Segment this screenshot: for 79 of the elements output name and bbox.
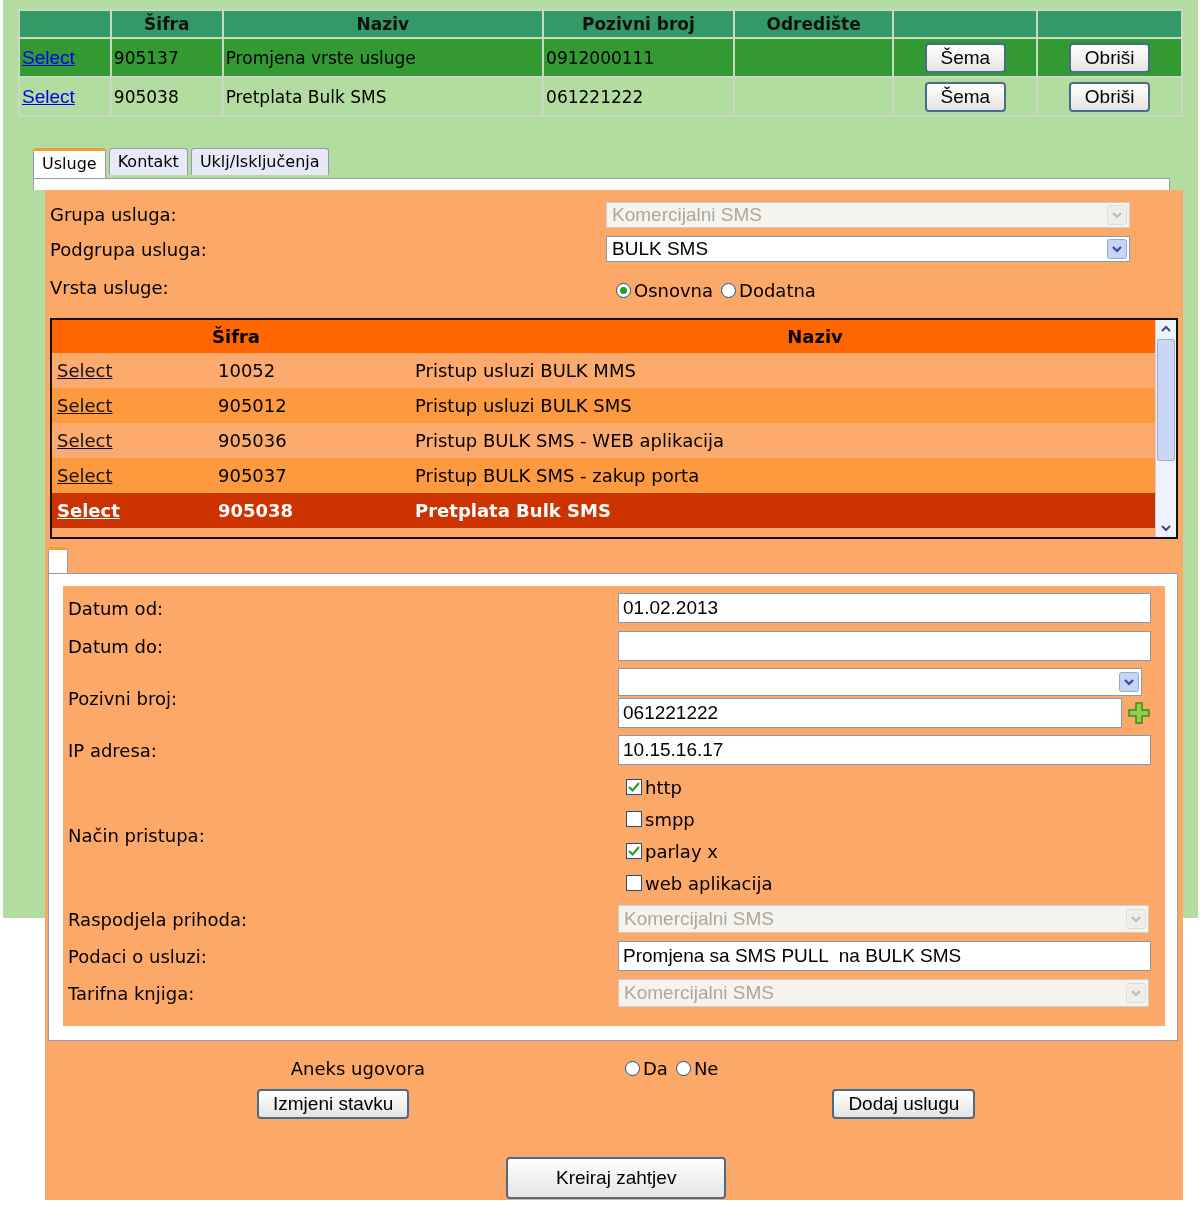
table-cell-text: 905037 xyxy=(218,465,288,486)
select-link[interactable]: Select xyxy=(57,500,120,521)
row-button[interactable]: Šema xyxy=(924,42,1007,73)
table-row[interactable]: Select 905038 Pretplata Bulk SMS xyxy=(52,493,1155,528)
field-label: Tarifna knjiga: xyxy=(68,982,195,1004)
field-label: Datum od: xyxy=(68,597,164,619)
checkbox[interactable] xyxy=(626,843,642,859)
edit-item-button[interactable]: Izmjeni stavku xyxy=(257,1089,410,1119)
tab[interactable]: Uklj/Isključenja xyxy=(190,148,329,175)
column-header: Naziv xyxy=(356,14,410,34)
table-cell: 905038 xyxy=(113,86,179,107)
scrollbar[interactable] xyxy=(1155,320,1176,537)
radio-label: Da xyxy=(643,1058,668,1079)
table-cell: Pristup usluzi BULK SMS xyxy=(415,395,632,416)
table-cell-text: 905036 xyxy=(218,430,288,451)
checkbox-label: http xyxy=(645,776,682,798)
tab[interactable]: Kontakt xyxy=(108,148,188,175)
field-label: Podgrupa usluga: xyxy=(50,238,207,260)
column-header: Šifra xyxy=(144,14,190,34)
checkbox-label: parlay x xyxy=(645,840,718,862)
input-field[interactable] xyxy=(618,631,1151,661)
table-row[interactable]: Select 905012 Pristup usluzi BULK SMS xyxy=(52,388,1155,423)
field-label: Vrsta usluge: xyxy=(50,276,169,298)
checkbox[interactable] xyxy=(626,811,642,827)
radio-button[interactable] xyxy=(721,282,737,298)
select-link[interactable]: Select xyxy=(57,430,113,451)
table-cell-text: 905038 xyxy=(218,500,295,521)
input-field[interactable]: 01.02.2013 xyxy=(618,593,1151,623)
input-field[interactable]: Promjena sa SMS PULL na BULK SMS xyxy=(618,941,1151,971)
create-request-button[interactable]: Kreiraj zahtjev xyxy=(506,1157,727,1199)
field-label: Datum do: xyxy=(68,635,164,657)
add-service-button[interactable]: Dodaj uslugu xyxy=(832,1089,976,1119)
column-header: Naziv xyxy=(786,326,844,347)
table-cell-text: 905012 xyxy=(218,395,288,416)
input-field[interactable]: 061221222 xyxy=(618,698,1122,728)
select-link[interactable]: Select xyxy=(57,465,113,486)
table-cell: 0912000111 xyxy=(546,47,655,68)
column-header: Šifra xyxy=(211,326,261,347)
tab[interactable]: Usluge xyxy=(33,148,106,178)
field-label: Način pristupa: xyxy=(68,824,205,846)
radio-button[interactable] xyxy=(675,1061,691,1076)
row-button[interactable]: Obriši xyxy=(1068,81,1151,112)
column-header: Pozivni broj xyxy=(582,14,695,34)
table-cell: Pretplata Bulk SMS xyxy=(225,86,387,107)
select-link[interactable]: Select xyxy=(57,360,113,381)
checkbox[interactable] xyxy=(626,779,642,795)
column-header: Odredište xyxy=(766,14,861,34)
field-label: Podaci o usluzi: xyxy=(68,945,207,967)
checkbox[interactable] xyxy=(626,875,642,891)
radio-button[interactable] xyxy=(625,1061,640,1076)
table-cell: Pristup BULK SMS - zakup porta xyxy=(415,465,700,486)
input-field[interactable]: 10.15.16.17 xyxy=(618,735,1151,765)
row-button[interactable]: Obriši xyxy=(1068,42,1151,73)
field-label: Aneks ugovora xyxy=(290,1058,425,1079)
table-cell-text: 10052 xyxy=(218,360,277,381)
checkbox-label: smpp xyxy=(645,808,695,830)
table-cell: Promjena vrste usluge xyxy=(225,47,416,68)
radio-label: Osnovna xyxy=(634,279,714,301)
tab[interactable] xyxy=(48,547,68,573)
radio-label: Dodatna xyxy=(739,279,816,301)
field-label: Pozivni broj: xyxy=(68,687,177,709)
table-row[interactable]: Select 905036 Pristup BULK SMS - WEB aplikacija xyxy=(52,423,1155,458)
table-cell: 061221222 xyxy=(546,86,644,107)
table-cell: 905137 xyxy=(113,47,179,68)
field-label: Grupa usluga: xyxy=(50,204,177,225)
table-cell: Pretplata Bulk SMS xyxy=(415,500,611,521)
radio-button[interactable] xyxy=(616,282,631,298)
row-button[interactable]: Šema xyxy=(924,81,1007,112)
radio-label: Ne xyxy=(693,1058,719,1079)
field-label: IP adresa: xyxy=(68,739,157,761)
table-cell: Pristup BULK SMS - WEB aplikacija xyxy=(415,430,725,451)
select-link[interactable]: Select xyxy=(57,395,113,416)
table-row[interactable]: Select 905037 Pristup BULK SMS - zakup porta xyxy=(52,458,1155,493)
table-cell: Pristup usluzi BULK MMS xyxy=(415,360,636,381)
dropdown[interactable] xyxy=(618,668,1142,696)
dropdown[interactable]: BULK SMS xyxy=(606,236,1130,262)
checkbox-label: web aplikacija xyxy=(645,872,773,894)
table-row[interactable]: Select 10052 Pristup usluzi BULK MMS xyxy=(52,353,1155,388)
field-label: Raspodjela prihoda: xyxy=(68,908,247,930)
